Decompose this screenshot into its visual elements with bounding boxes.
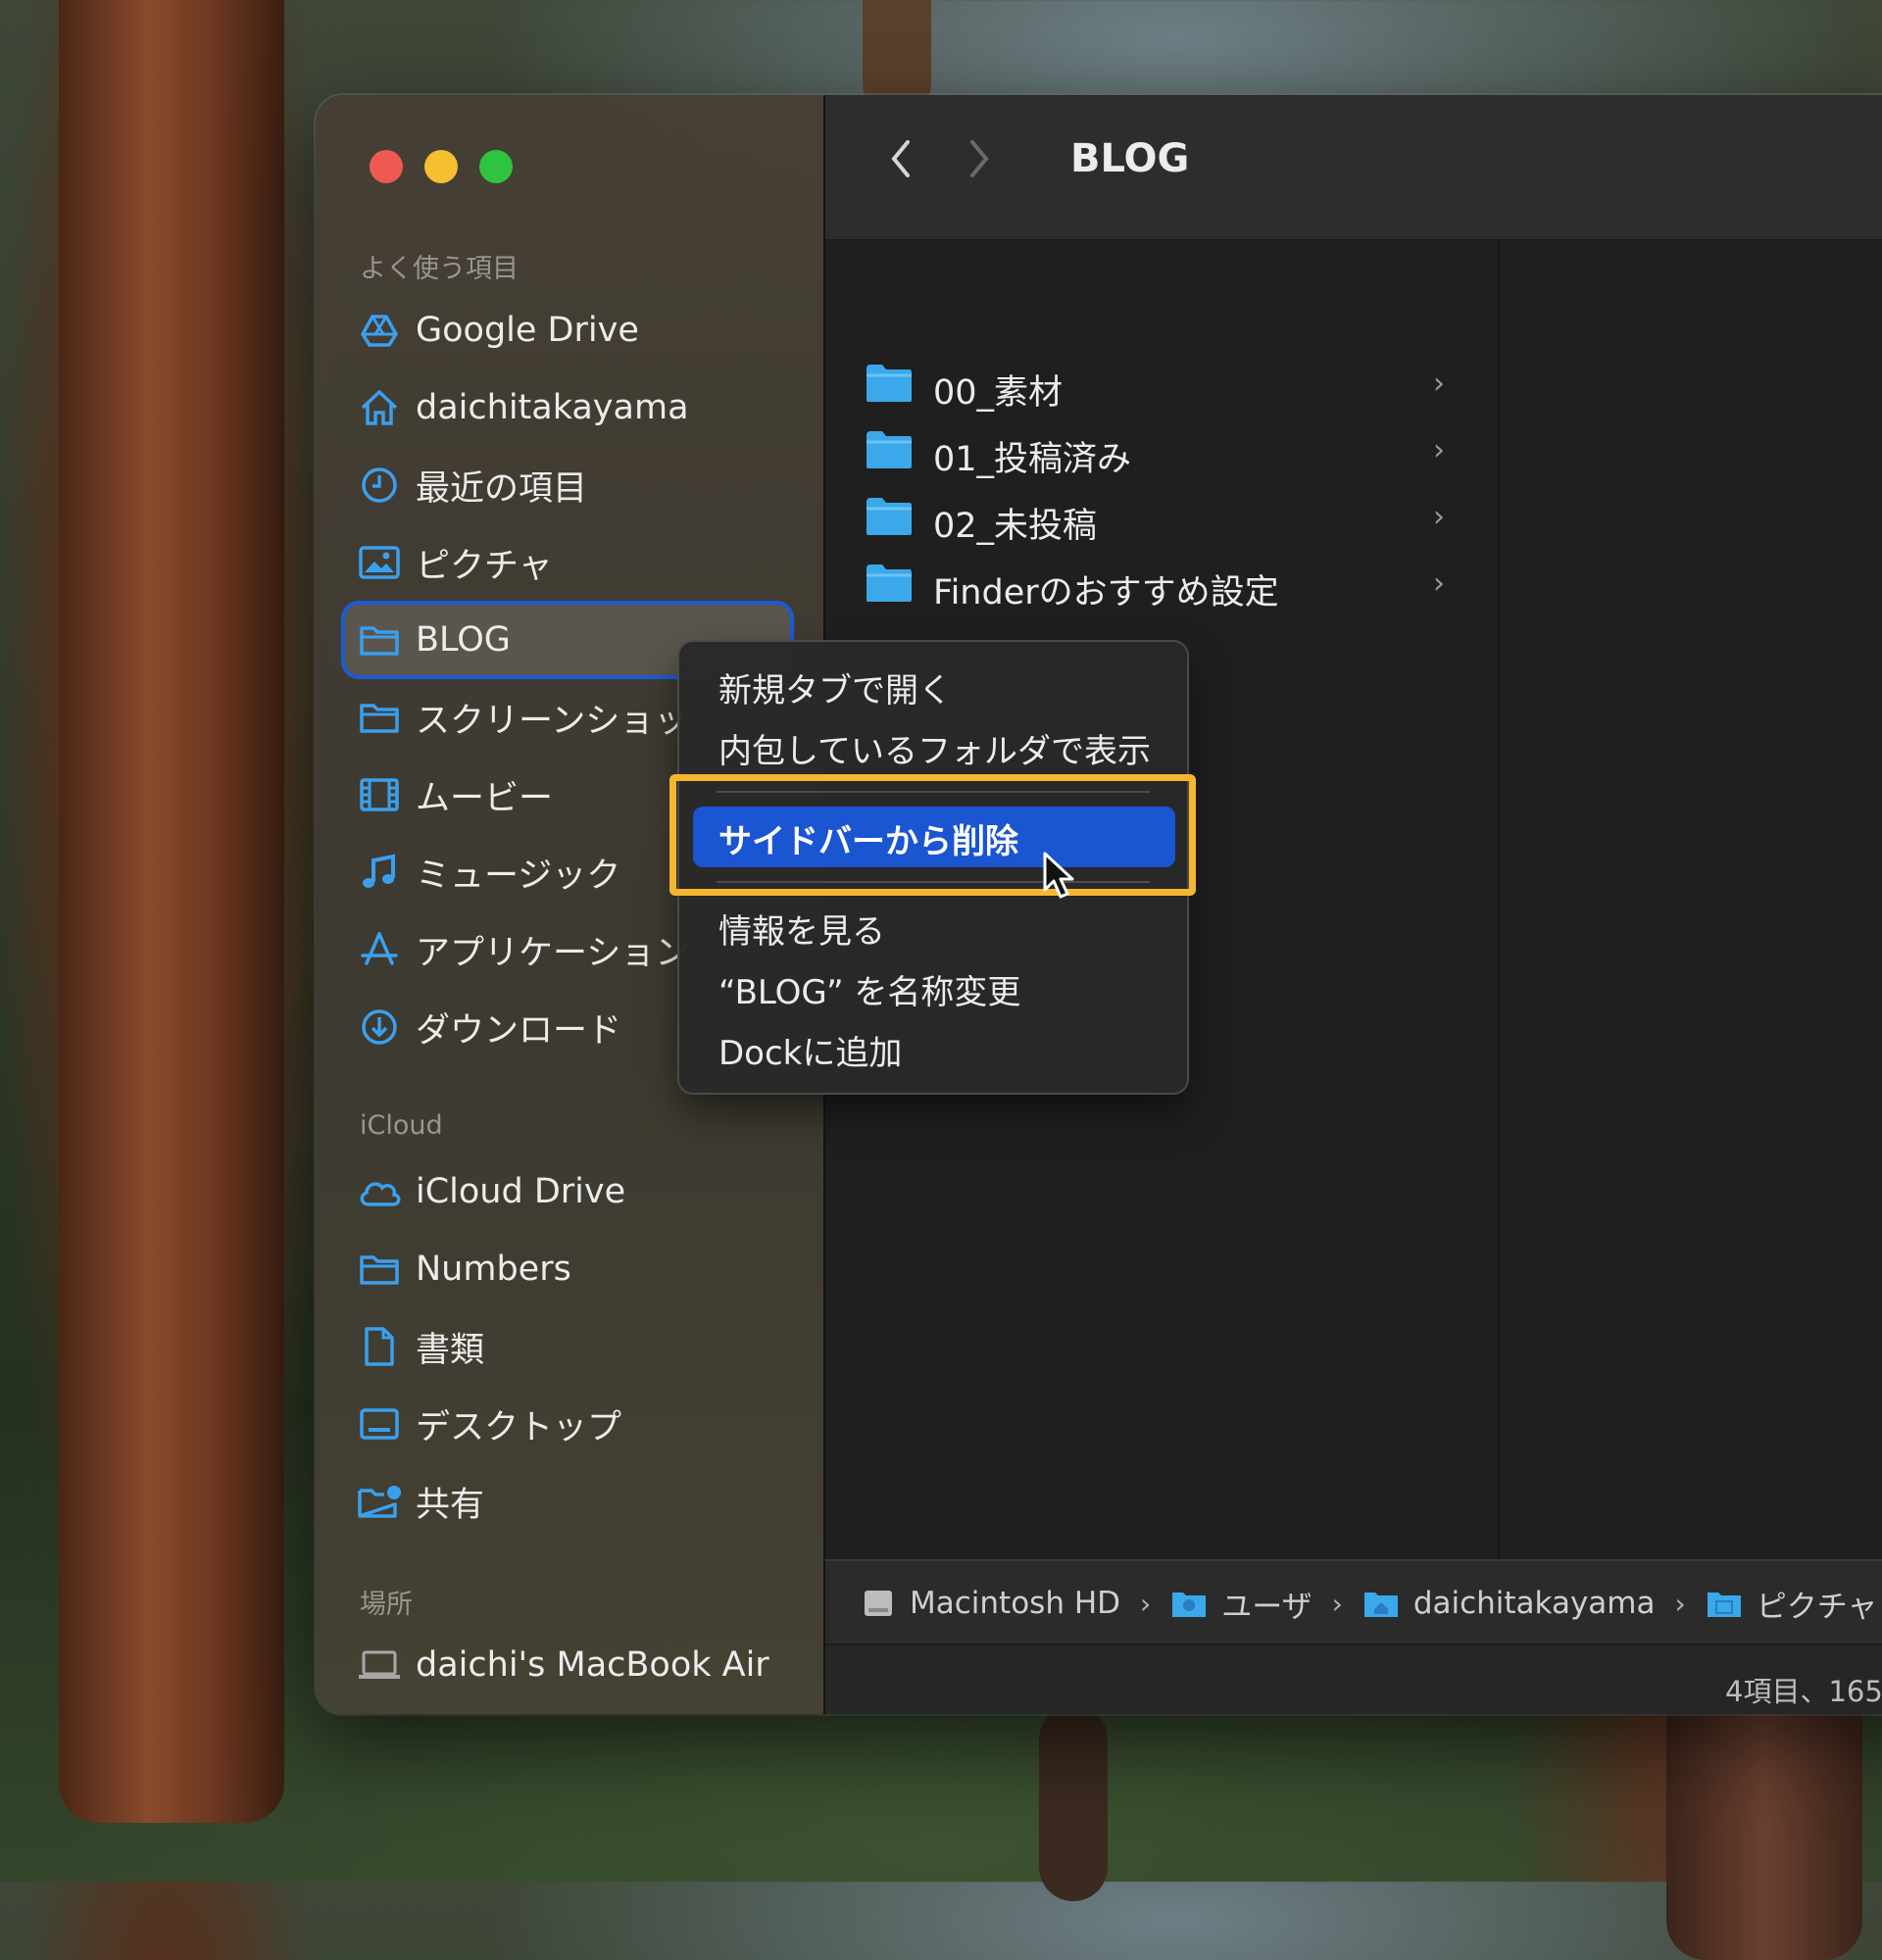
path-segment[interactable]: ユーザ <box>1170 1582 1312 1626</box>
download-icon <box>357 1004 402 1050</box>
music-note-icon <box>357 850 402 895</box>
menu-item-add-to-dock[interactable]: Dockに追加 <box>718 1026 902 1074</box>
status-text: 4項目、165 <box>1725 1675 1882 1708</box>
sidebar-item-label: daichitakayama <box>416 388 689 427</box>
folder-icon <box>867 431 912 468</box>
desktop-icon <box>357 1401 402 1446</box>
path-segment[interactable]: Macintosh HD <box>861 1586 1120 1621</box>
folder-icon <box>867 365 912 402</box>
sidebar-item-label: ムービー <box>416 778 554 818</box>
menu-item-get-info[interactable]: 情報を見る <box>718 905 885 953</box>
file-row[interactable]: Finderのおすすめ設定 › <box>865 555 1472 615</box>
toolbar: BLOG <box>825 95 1882 241</box>
mouse-pointer-icon <box>1043 852 1074 899</box>
sidebar-item-label: 書類 <box>416 1330 485 1370</box>
menu-item-rename[interactable]: “BLOG” を名称変更 <box>718 965 1020 1013</box>
chevron-right-icon: › <box>1433 566 1445 601</box>
sidebar-item-label: スクリーンショッ <box>416 701 689 741</box>
tree-trunk <box>1039 1705 1108 1901</box>
window-title: BLOG <box>1070 136 1190 181</box>
sidebar-item-label: ピクチャ <box>416 546 553 586</box>
sidebar-item-label: 最近の項目 <box>416 468 588 509</box>
chevron-right-icon: › <box>1674 1587 1686 1620</box>
file-name: 00_素材 <box>933 373 1064 413</box>
folder-icon <box>357 695 402 740</box>
photo-icon <box>357 540 402 585</box>
preview-column <box>1500 241 1882 1559</box>
home-icon <box>357 385 402 430</box>
folder-icon <box>357 1247 402 1292</box>
file-name: 01_投稿済み <box>933 440 1132 479</box>
sidebar-item-pictures[interactable]: ピクチャ <box>345 528 790 597</box>
hard-drive-icon <box>865 1591 892 1616</box>
sidebar-item-label: iCloud Drive <box>416 1172 626 1211</box>
sidebar-item-label: ミュージック <box>416 856 621 896</box>
file-row[interactable]: 01_投稿済み › <box>865 421 1472 482</box>
cloud-icon <box>357 1169 402 1214</box>
folder-icon <box>357 617 402 662</box>
sidebar-item-desktop[interactable]: デスクトップ <box>345 1390 790 1458</box>
google-drive-icon <box>357 308 402 353</box>
applications-icon <box>357 927 402 972</box>
sidebar-item-macbook[interactable]: daichi's MacBook Air <box>345 1631 790 1699</box>
sidebar-item-numbers[interactable]: Numbers <box>345 1235 790 1303</box>
pictures-folder-icon <box>1707 1592 1741 1617</box>
chevron-right-icon: › <box>1140 1587 1152 1620</box>
users-folder-icon <box>1172 1592 1207 1617</box>
sidebar-item-label: ダウンロード <box>416 1010 622 1051</box>
shared-folder-icon <box>357 1479 402 1524</box>
sidebar-item-icloud-drive[interactable]: iCloud Drive <box>345 1157 790 1226</box>
icloud-section-label: iCloud <box>360 1110 443 1141</box>
sidebar-item-home[interactable]: daichitakayama <box>345 373 790 442</box>
zoom-button[interactable] <box>479 150 513 183</box>
file-name: 02_未投稿 <box>933 507 1098 546</box>
menu-item-open-new-tab[interactable]: 新規タブで開く <box>718 663 952 711</box>
sidebar-item-shared[interactable]: 共有 <box>345 1467 790 1536</box>
sidebar-item-label: 共有 <box>416 1485 485 1525</box>
chevron-right-icon: › <box>1433 367 1445 401</box>
path-segment[interactable]: daichitakayama <box>1362 1586 1656 1621</box>
sidebar-item-label: Google Drive <box>416 311 639 350</box>
chevron-right-icon: › <box>1433 433 1445 467</box>
path-segment[interactable]: ピクチャ <box>1706 1582 1877 1626</box>
back-button[interactable] <box>884 134 917 187</box>
home-folder-icon <box>1363 1592 1398 1617</box>
annotation-highlight-box <box>669 774 1196 896</box>
folder-icon <box>867 564 912 602</box>
minimize-button[interactable] <box>424 150 458 183</box>
file-row[interactable]: 02_未投稿 › <box>865 488 1472 549</box>
film-icon <box>357 772 402 817</box>
locations-section-label: 場所 <box>360 1590 413 1620</box>
sidebar-item-label: アプリケーション <box>416 933 690 973</box>
sidebar-item-google-drive[interactable]: Google Drive <box>345 296 790 365</box>
file-row[interactable]: 00_素材 › <box>865 355 1472 416</box>
document-icon <box>357 1324 402 1369</box>
close-button[interactable] <box>370 150 403 183</box>
sidebar-item-label: Numbers <box>416 1250 571 1289</box>
chevron-left-icon <box>891 140 910 177</box>
forward-button[interactable] <box>963 134 996 187</box>
sidebar-item-label: BLOG <box>416 620 511 660</box>
status-bar: 4項目、165 <box>825 1643 1882 1714</box>
favorites-section-label: よく使う項目 <box>360 254 519 284</box>
chevron-right-icon <box>970 140 989 177</box>
file-name: Finderのおすすめ設定 <box>933 573 1279 612</box>
folder-icon <box>867 498 912 535</box>
sidebar-item-documents[interactable]: 書類 <box>345 1312 790 1381</box>
sidebar-item-label: daichi's MacBook Air <box>416 1645 769 1685</box>
sidebar-item-recents[interactable]: 最近の項目 <box>345 451 790 519</box>
chevron-right-icon: › <box>1331 1587 1343 1620</box>
chevron-right-icon: › <box>1433 500 1445 534</box>
menu-item-show-enclosing-folder[interactable]: 内包しているフォルダで表示 <box>718 724 1151 772</box>
path-bar: Macintosh HD › ユーザ › daichitakayama › ピク… <box>825 1559 1882 1645</box>
clock-icon <box>357 463 402 508</box>
sidebar-item-label: デスクトップ <box>416 1407 622 1447</box>
tree-trunk <box>59 0 284 1823</box>
laptop-icon <box>357 1642 402 1688</box>
